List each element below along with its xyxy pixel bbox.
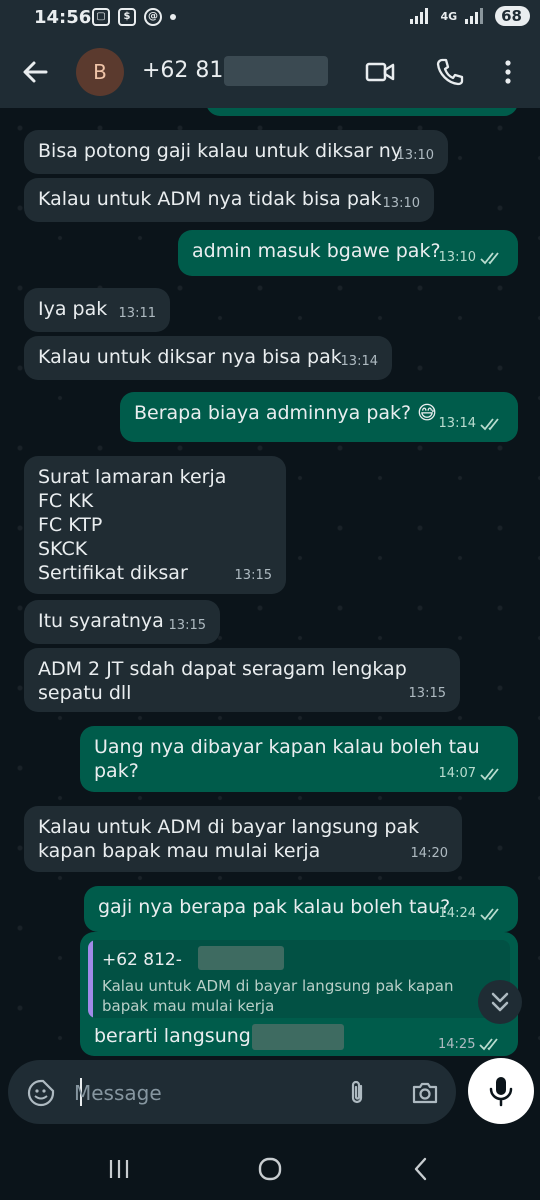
quoted-author: +62 812- xyxy=(102,950,182,970)
message-bubble[interactable]: Kalau untuk diksar nya bisa pak 13:14 xyxy=(24,336,392,380)
message-time: 14:07 xyxy=(439,762,504,786)
double-check-icon xyxy=(480,418,499,431)
message-composer xyxy=(8,1060,456,1124)
signal-icon xyxy=(410,8,429,24)
message-text: Surat lamaran kerja FC KK FC KTP SKCK Se… xyxy=(38,466,227,584)
message-time: 13:14 xyxy=(340,354,378,369)
double-check-icon xyxy=(480,768,499,781)
message-time: 13:15 xyxy=(408,686,446,701)
chat-header: B +62 812- xyxy=(0,36,540,108)
chat-area[interactable]: Bisa potong gaji kalau untuk diksar ny 1… xyxy=(0,108,540,1056)
message-bubble[interactable]: Berapa biaya adminnya pak? 😅 13:14 xyxy=(120,392,518,442)
attach-icon[interactable] xyxy=(342,1078,372,1108)
redacted-text xyxy=(252,1024,344,1050)
message-text: Uang nya dibayar kapan kalau boleh tau p… xyxy=(94,736,480,782)
message-bubble[interactable]: gaji nya berapa pak kalau boleh tau? 14:… xyxy=(84,886,518,932)
network-type: 4G xyxy=(440,9,458,23)
message-text: ADM 2 JT sdah dapat seragam lengkap sepa… xyxy=(38,658,407,704)
scroll-down-button[interactable] xyxy=(478,980,522,1024)
message-bubble[interactable]: Bisa potong gaji kalau untuk diksar ny 1… xyxy=(24,130,448,174)
message-bubble[interactable]: Uang nya dibayar kapan kalau boleh tau p… xyxy=(80,726,518,792)
screenshot-icon: ▢ xyxy=(92,8,110,26)
double-check-icon xyxy=(480,252,499,265)
threads-icon: @ xyxy=(144,8,162,26)
system-indicators: 4G 68 xyxy=(410,6,530,26)
double-check-icon xyxy=(480,908,499,921)
status-bar: 14:56 ▢ $ @ 4G 68 xyxy=(0,0,540,36)
message-bubble[interactable]: Surat lamaran kerja FC KK FC KTP SKCK Se… xyxy=(24,456,286,594)
message-text: Berapa biaya adminnya pak? xyxy=(134,402,412,424)
message-text: Kalau untuk ADM di bayar langsung pak ka… xyxy=(38,816,420,862)
message-text: Kalau untuk ADM nya tidak bisa pak xyxy=(38,188,382,210)
battery-level: 68 xyxy=(495,6,530,26)
shop-icon: $ xyxy=(118,8,136,26)
message-text: Kalau untuk diksar nya bisa pak xyxy=(38,346,342,368)
message-text: Bisa potong gaji kalau untuk diksar ny xyxy=(38,140,403,162)
message-time: 14:25 xyxy=(438,1037,526,1052)
signal-icon-2 xyxy=(465,8,484,24)
message-bubble[interactable]: ADM 2 JT sdah dapat seragam lengkap sepa… xyxy=(24,648,460,712)
camera-icon[interactable] xyxy=(410,1078,440,1108)
message-text: Itu syaratnya xyxy=(38,610,164,632)
message-text: admin masuk bgawe pak? xyxy=(192,240,441,262)
message-bubble[interactable]: Itu syaratnya 13:15 xyxy=(24,600,220,644)
message-bubble[interactable]: Kalau untuk ADM nya tidak bisa pak 13:10 xyxy=(24,178,434,222)
notification-icons: ▢ $ @ xyxy=(92,8,176,26)
message-bubble[interactable]: Kalau untuk ADM di bayar langsung pak ka… xyxy=(24,806,462,872)
quoted-text: Kalau untuk ADM di bayar langsung pak ka… xyxy=(102,977,454,1015)
message-input[interactable] xyxy=(72,1074,316,1112)
message-bubble[interactable]: Iya pak 13:11 xyxy=(24,288,170,332)
status-time: 14:56 xyxy=(34,7,92,28)
message-text: berarti langsung l xyxy=(94,1025,263,1047)
video-call-icon[interactable] xyxy=(364,56,396,88)
redacted-number xyxy=(224,56,328,86)
message-time: 13:14 xyxy=(439,412,504,436)
phone-icon[interactable] xyxy=(434,56,466,88)
message-time: 13:15 xyxy=(234,568,272,583)
message-bubble-partial[interactable] xyxy=(206,108,518,116)
sweat-smile-emoji: 😅 xyxy=(417,402,437,424)
message-time: 13:10 xyxy=(439,246,504,270)
message-time: 13:11 xyxy=(118,306,156,321)
redacted-number xyxy=(198,946,284,970)
message-time: 13:10 xyxy=(382,196,420,211)
microphone-icon xyxy=(489,1077,513,1107)
system-navigation-bar xyxy=(0,1134,540,1200)
message-time: 14:24 xyxy=(439,902,504,926)
message-time: 13:10 xyxy=(396,148,434,163)
message-text: Iya pak xyxy=(38,298,108,320)
home-icon[interactable] xyxy=(257,1156,283,1182)
back-arrow-icon[interactable] xyxy=(18,54,54,90)
message-time: 14:20 xyxy=(410,846,448,861)
double-check-icon xyxy=(479,1038,499,1051)
message-text: gaji nya berapa pak kalau boleh tau? xyxy=(98,896,451,918)
message-time: 13:15 xyxy=(168,618,206,633)
more-options-icon[interactable] xyxy=(492,56,524,88)
quote-accent-bar xyxy=(88,940,93,1018)
avatar[interactable]: B xyxy=(76,48,124,96)
quoted-message[interactable]: +62 812- Kalau untuk ADM di bayar langsu… xyxy=(88,940,510,1018)
voice-message-button[interactable] xyxy=(468,1058,534,1124)
back-nav-icon[interactable] xyxy=(408,1156,434,1182)
more-notifications-dot xyxy=(170,14,176,20)
double-chevron-down-icon xyxy=(491,992,509,1012)
recent-apps-icon[interactable] xyxy=(106,1156,132,1182)
emoji-sticker-icon[interactable] xyxy=(26,1078,56,1108)
message-bubble[interactable]: admin masuk bgawe pak? 13:10 xyxy=(178,230,518,276)
